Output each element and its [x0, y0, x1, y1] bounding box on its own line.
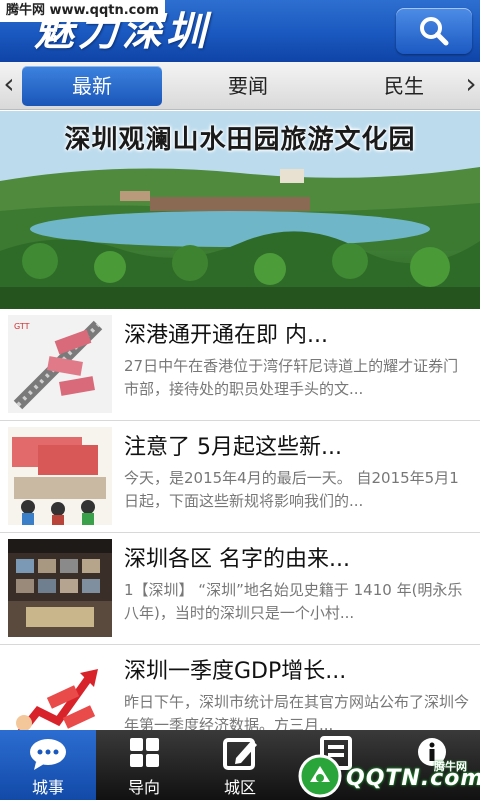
nav-districts[interactable]: 城区 [192, 730, 288, 800]
news-thumbnail [8, 427, 112, 525]
news-thumbnail [8, 539, 112, 637]
nav-label: 城事 [31, 778, 64, 797]
app-screen: 魅力深圳 腾牛网 www.qqtn.com ‹ 最新 要闻 民生 › 深圳观澜山… [0, 0, 480, 800]
news-item[interactable]: 注意了 5月起这些新... 今天，是2015年4月的最后一天。 自2015年5月… [0, 421, 480, 533]
watermark-top: 腾牛网 www.qqtn.com [0, 0, 165, 22]
news-summary: 今天，是2015年4月的最后一天。 自2015年5月1日起，下面这些新规将影响我… [124, 469, 459, 510]
news-thumbnail: GTT [8, 315, 112, 413]
news-item[interactable]: GTT 深港通开通在即 内... 27日中午在香港位于湾仔轩尼诗道上的耀才证券门… [0, 309, 480, 421]
chat-bubble-icon [30, 739, 66, 770]
tab-scroll-right-icon[interactable]: › [462, 62, 480, 110]
watermark-logo-icon [298, 754, 342, 798]
tab-livelihood[interactable]: 民生 [334, 66, 474, 106]
watermark-bottom: QQTN.com 腾牛网 [296, 752, 480, 800]
app-header: 魅力深圳 腾牛网 www.qqtn.com [0, 0, 480, 62]
news-item[interactable]: 深圳各区 名字的由来... 1【深圳】 “深圳”地名始见史籍于 1410 年(明… [0, 533, 480, 645]
svg-text:GTT: GTT [14, 322, 30, 331]
news-title: 深圳各区 名字的由来... [124, 547, 350, 572]
tab-latest[interactable]: 最新 [22, 66, 162, 106]
tab-scroll-left-icon[interactable]: ‹ [0, 62, 18, 110]
news-title: 深圳一季度GDP增长... [124, 659, 347, 684]
tab-headlines[interactable]: 要闻 [178, 66, 318, 106]
news-title: 深港通开通在即 内... [124, 323, 328, 348]
watermark-subtext: 腾牛网 [434, 760, 467, 773]
featured-banner[interactable]: 深圳观澜山水田园旅游文化园 [0, 111, 480, 309]
news-summary: 27日中午在香港位于湾仔轩尼诗道上的耀才证券门市部，接待处的职员处理手头的文..… [124, 357, 459, 398]
news-title: 注意了 5月起这些新... [124, 435, 342, 460]
search-button[interactable] [396, 8, 472, 54]
nav-label: 城区 [223, 778, 256, 797]
nav-guide[interactable]: 导向 [96, 730, 192, 800]
search-icon [420, 17, 449, 46]
banner-title: 深圳观澜山水田园旅游文化园 [64, 125, 416, 155]
category-tabbar: ‹ 最新 要闻 民生 › [0, 62, 480, 110]
nav-label: 导向 [127, 778, 160, 797]
nav-city-events[interactable]: 城事 [0, 730, 96, 800]
edit-icon [223, 738, 257, 770]
grid-icon [130, 738, 159, 767]
news-summary: 1【深圳】 “深圳”地名始见史籍于 1410 年(明永乐八年)，当时的深圳只是一… [124, 581, 463, 622]
